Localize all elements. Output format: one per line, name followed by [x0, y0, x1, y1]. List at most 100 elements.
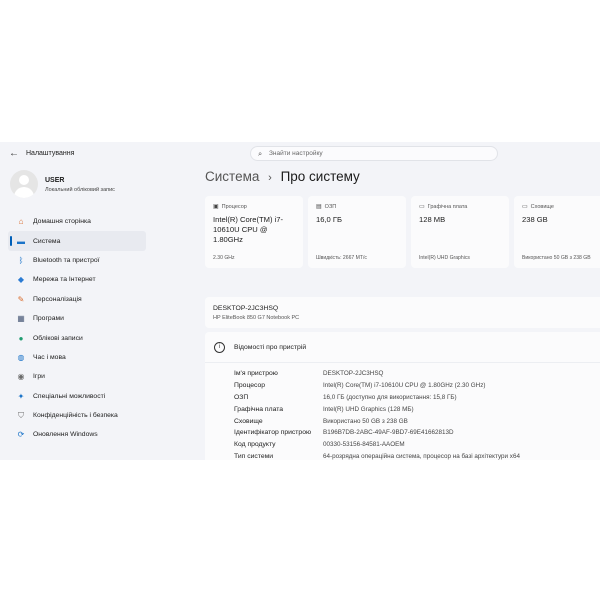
page-title: Про систему	[280, 169, 360, 184]
spec-row-value: DESKTOP-2JC3HSQ	[323, 370, 384, 378]
device-specs-rows: Ім'я пристрою DESKTOP-2JC3HSQ Процесор Inte…	[234, 368, 520, 460]
sidebar-item[interactable]: ● Облікові записи	[8, 328, 146, 347]
sidebar-item-label: Мережа та Інтернет	[33, 276, 96, 284]
spec-card-footer: Використано 50 GB з 238 GB	[522, 255, 591, 261]
sidebar-item[interactable]: ⛉ Конфіденційність і безпека	[8, 406, 146, 425]
sidebar-item[interactable]: ▦ Програми	[8, 309, 146, 328]
sidebar-item-label: Конфіденційність і безпека	[33, 412, 118, 420]
spec-row-value: 00330-53156-84581-AAOEM	[323, 441, 405, 449]
active-indicator	[10, 236, 12, 247]
spec-card-title: Графічна плата	[427, 204, 468, 210]
spec-row-label: Графічна плата	[234, 405, 284, 413]
spec-card-value: 16,0 ГБ	[316, 215, 342, 224]
spec-row-value: Intel(R) UHD Graphics (128 МБ)	[323, 405, 414, 413]
account-icon: ●	[18, 333, 24, 343]
spec-row-value: 64-розрядна операційна система, процесор…	[323, 452, 520, 460]
spec-card-title: ОЗП	[324, 204, 337, 210]
monitor-icon: ▬	[17, 236, 25, 246]
spec-card-title: Сховище	[530, 204, 554, 210]
spec-card: ▤ ОЗП 16,0 ГБ Швидкість: 2667 МТ/с	[308, 196, 406, 268]
sidebar-item[interactable]: ᛒ Bluetooth та пристрої	[8, 251, 146, 270]
device-specs-panel: i Відомості про пристрій Ім'я пристрою DE…	[205, 332, 600, 460]
spec-row-value: Використано 50 GB з 238 GB	[323, 417, 408, 425]
info-icon: i	[214, 342, 225, 353]
spec-row: Сховище Використано 50 GB з 238 GB	[234, 415, 520, 427]
sidebar-item[interactable]: ◉ Ігри	[8, 367, 146, 386]
spec-row: Ім'я пристрою DESKTOP-2JC3HSQ	[234, 368, 520, 380]
device-name: DESKTOP-2JC3HSQ	[213, 305, 279, 312]
spec-row: Код продукту 00330-53156-84581-AAOEM	[234, 439, 520, 451]
sidebar-item-label: Програми	[33, 315, 64, 323]
avatar	[10, 170, 38, 198]
sidebar-item[interactable]: ✎ Персоналізація	[8, 290, 146, 309]
sidebar-item-label: Система	[33, 237, 61, 245]
globe-icon: ◍	[17, 352, 25, 362]
sidebar-item-label: Персоналізація	[33, 295, 82, 303]
search-icon: ⌕	[258, 149, 263, 158]
sidebar-nav: ⌂ Домашня сторінка ▬ Система ᛒ Bluetooth та п…	[8, 212, 146, 445]
spec-row-label: Ім'я пристрою	[234, 370, 278, 378]
spec-row-label: Код продукту	[234, 441, 276, 449]
spec-row-label: Сховище	[234, 417, 263, 425]
sidebar-item[interactable]: ◆ Мережа та Інтернет	[8, 270, 146, 289]
device-model: HP EliteBook 850 G7 Notebook PC	[213, 315, 300, 321]
spec-row: Графічна плата Intel(R) UHD Graphics (128…	[234, 403, 520, 415]
title-bar: ← Налаштування ⌕	[0, 142, 600, 166]
user-name: USER	[45, 177, 65, 184]
account-type: Локальний обліковий запис	[45, 187, 115, 193]
gpu-icon: ▭	[419, 204, 425, 210]
sidebar-item-label: Облікові записи	[33, 334, 83, 342]
spec-card: ▭ Сховище 238 GB Використано 50 GB з 238 GB	[514, 196, 600, 268]
sidebar-item-label: Оновлення Windows	[33, 431, 98, 439]
breadcrumb: Система › Про систему	[205, 169, 360, 184]
spec-row: Тип системи 64-розрядна операційна систем…	[234, 451, 520, 460]
sidebar-item-label: Спеціальні можливості	[33, 392, 106, 400]
sidebar-item[interactable]: ⟳ Оновлення Windows	[8, 425, 146, 444]
spec-card-title: Процесор	[221, 204, 247, 210]
breadcrumb-separator: ›	[268, 172, 272, 184]
shield-icon: ⛉	[18, 410, 24, 420]
spec-row-value: B196B7DB-2ABC-49AF-9BD7-69E41662813D	[323, 429, 454, 437]
sidebar-item[interactable]: ◍ Час і мова	[8, 348, 146, 367]
app-title: Налаштування	[26, 150, 75, 157]
spec-card-header: ▣ Процесор	[213, 203, 247, 210]
spec-row: Ідентифікатор пристрою B196B7DB-2ABC-49AF…	[234, 427, 520, 439]
sidebar-item-label: Домашня сторінка	[33, 218, 91, 226]
apps-icon: ▦	[17, 314, 25, 324]
spec-card-footer: 2.30 GHz	[213, 255, 235, 261]
search-box[interactable]: ⌕	[250, 146, 498, 161]
spec-card-header: ▭ Графічна плата	[419, 203, 467, 210]
spec-card: ▭ Графічна плата 128 MB Intel(R) UHD Graphi…	[411, 196, 509, 268]
spec-card-footer: Intel(R) UHD Graphics	[419, 255, 470, 261]
search-input[interactable]	[269, 148, 489, 159]
brush-icon: ✎	[17, 294, 25, 304]
spec-row-value: Intel(R) Core(TM) i7-10610U CPU @ 1.80GH…	[323, 382, 486, 390]
cpu-icon: ▣	[213, 204, 219, 210]
sidebar-item[interactable]: ⌂ Домашня сторінка	[8, 212, 146, 231]
home-icon: ⌂	[18, 217, 24, 227]
breadcrumb-parent[interactable]: Система	[205, 169, 259, 184]
update-icon: ⟳	[17, 430, 25, 440]
spec-card-footer: Швидкість: 2667 МТ/с	[316, 255, 367, 261]
spec-card: ▣ Процесор Intel(R) Core(TM) i7-10610U CPU…	[205, 196, 303, 268]
spec-row-value: 16,0 ГБ (доступно для використання: 15,8…	[323, 393, 457, 401]
spec-row: Процесор Intel(R) Core(TM) i7-10610U CPU …	[234, 380, 520, 392]
gamepad-icon: ◉	[17, 372, 25, 382]
settings-window: ← Налаштування ⌕ USER Локальний облікови…	[0, 142, 600, 460]
accessibility-icon: ✦	[17, 391, 25, 401]
spec-card-value: Intel(R) Core(TM) i7-10610U CPU @ 1.80GH…	[213, 215, 284, 244]
spec-card-value: 238 GB	[522, 215, 548, 224]
wifi-icon: ◆	[17, 275, 25, 285]
spec-row: ОЗП 16,0 ГБ (доступно для використання: 1…	[234, 392, 520, 404]
spec-row-label: ОЗП	[234, 393, 249, 401]
spec-card-header: ▤ ОЗП	[316, 203, 336, 210]
sidebar-item-label: Ігри	[33, 373, 45, 381]
spec-row-label: Ідентифікатор пристрою	[234, 429, 312, 437]
sidebar-item[interactable]: ✦ Спеціальні можливості	[8, 387, 146, 406]
storage-icon: ▭	[522, 204, 528, 210]
back-arrow-icon[interactable]: ←	[9, 148, 19, 159]
sidebar-item-label: Bluetooth та пристрої	[33, 256, 100, 264]
sidebar-item[interactable]: ▬ Система	[8, 231, 146, 251]
device-specs-header[interactable]: i Відомості про пристрій	[205, 332, 600, 363]
ram-icon: ▤	[316, 204, 322, 210]
